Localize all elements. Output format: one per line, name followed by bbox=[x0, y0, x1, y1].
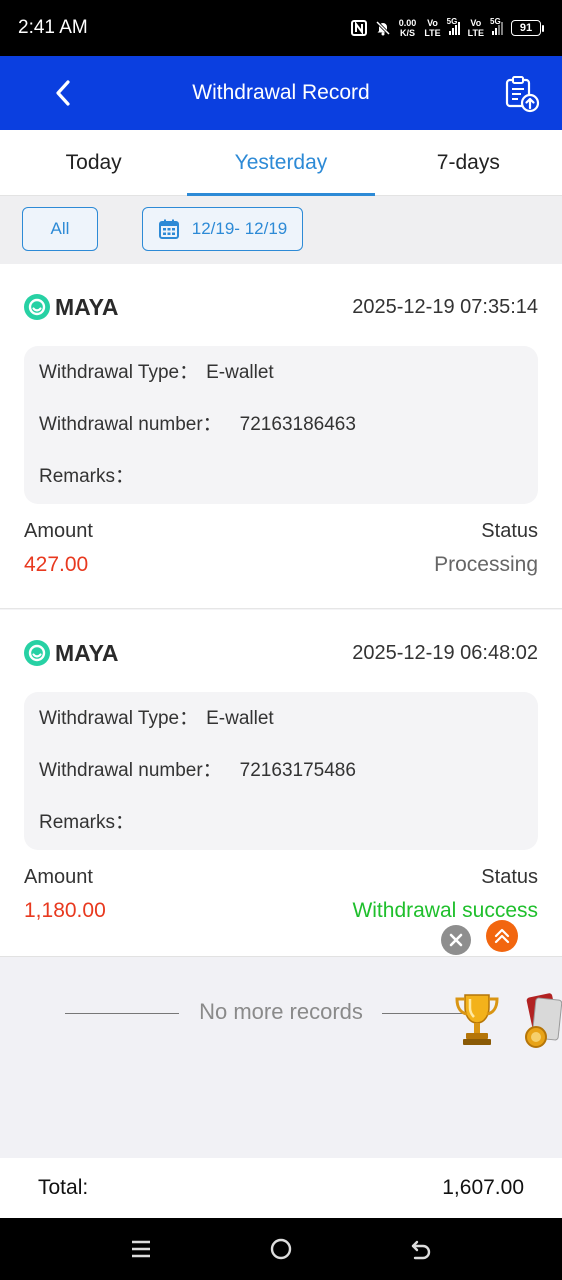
amount-value: 427.00 bbox=[24, 553, 89, 576]
home-button[interactable] bbox=[266, 1234, 296, 1264]
volte-1-bottom: LTE bbox=[424, 28, 441, 38]
filter-bar: All 12/19- 12/19 bbox=[0, 196, 562, 264]
close-icon bbox=[449, 933, 463, 947]
tab-yesterday[interactable]: Yesterday bbox=[187, 130, 375, 196]
system-status-bar: 2:41 AM 0.00 K/S Vo LTE 5G Vo LTE 5G 91 bbox=[0, 0, 562, 56]
recent-apps-button[interactable] bbox=[126, 1234, 156, 1264]
remarks-row: Remarks： bbox=[39, 810, 523, 862]
provider-name: MAYA bbox=[55, 639, 119, 666]
playing-cards-icon[interactable] bbox=[520, 989, 562, 1053]
nfc-icon bbox=[350, 20, 367, 36]
record-datetime: 2025-12-19 06:48:02 bbox=[352, 641, 538, 664]
speed-unit: K/S bbox=[400, 28, 416, 38]
provider-name: MAYA bbox=[55, 293, 119, 320]
filter-all-button[interactable]: All bbox=[22, 207, 98, 251]
record-footer-labels: Amount Status bbox=[24, 866, 538, 889]
remarks-row: Remarks： bbox=[39, 464, 523, 516]
status-value: Withdrawal success bbox=[352, 899, 538, 922]
withdrawal-type-label: Withdrawal Type： bbox=[39, 708, 199, 729]
record-details: Withdrawal Type： E-wallet Withdrawal num… bbox=[24, 692, 538, 850]
status-label: Status bbox=[481, 520, 538, 542]
volte-2-top: Vo bbox=[470, 18, 482, 28]
volte-2: Vo LTE bbox=[468, 18, 484, 38]
mute-bell-icon bbox=[375, 20, 391, 36]
record-details: Withdrawal Type： E-wallet Withdrawal num… bbox=[24, 346, 538, 504]
remarks-label: Remarks： bbox=[39, 812, 135, 833]
system-nav-bar bbox=[0, 1218, 562, 1280]
clipboard-upload-icon bbox=[505, 76, 540, 113]
menu-icon bbox=[132, 1240, 150, 1258]
status-icons: 0.00 K/S Vo LTE 5G Vo LTE 5G 91 bbox=[350, 17, 544, 38]
date-range-text: 12/19- 12/19 bbox=[191, 219, 288, 238]
total-label: Total: bbox=[38, 1176, 89, 1199]
volte-1-top: Vo bbox=[427, 18, 438, 28]
end-of-list: No more records bbox=[0, 956, 562, 1158]
withdrawal-number-row: Withdrawal number： 72163186463 bbox=[39, 412, 523, 464]
withdrawal-number-value: 72163175486 bbox=[239, 760, 356, 781]
home-circle-icon bbox=[270, 1238, 292, 1260]
total-value: 1,607.00 bbox=[442, 1176, 524, 1199]
withdrawal-type-value: E-wallet bbox=[206, 708, 274, 729]
signal-1-label: 5G bbox=[446, 17, 458, 26]
record-footer-values: 1,180.00 Withdrawal success bbox=[24, 899, 538, 923]
remarks-label: Remarks： bbox=[39, 466, 135, 487]
page-title: Withdrawal Record bbox=[192, 81, 370, 104]
withdrawal-number-label: Withdrawal number： bbox=[39, 414, 222, 435]
volte-2-bottom: LTE bbox=[467, 28, 484, 38]
status-label: Status bbox=[481, 866, 538, 888]
amount-value: 1,180.00 bbox=[24, 899, 106, 922]
amount-label: Amount bbox=[24, 520, 93, 542]
record-card[interactable]: MAYA 2025-12-19 06:48:02 Withdrawal Type… bbox=[0, 610, 562, 956]
withdrawal-number-row: Withdrawal number： 72163175486 bbox=[39, 758, 523, 810]
record-datetime: 2025-12-19 07:35:14 bbox=[352, 295, 538, 318]
status-time: 2:41 AM bbox=[18, 17, 88, 38]
double-chevron-up-icon bbox=[494, 928, 510, 944]
record-footer-labels: Amount Status bbox=[24, 520, 538, 543]
record-card[interactable]: MAYA 2025-12-19 07:35:14 Withdrawal Type… bbox=[0, 264, 562, 609]
withdrawal-type-row: Withdrawal Type： E-wallet bbox=[39, 360, 523, 412]
tab-today[interactable]: Today bbox=[0, 130, 187, 195]
volte-1: Vo LTE bbox=[424, 18, 440, 38]
withdrawal-type-value: E-wallet bbox=[206, 362, 274, 383]
speed-value: 0.00 bbox=[398, 18, 417, 28]
app-header: Withdrawal Record bbox=[0, 56, 562, 130]
status-value: Processing bbox=[434, 553, 538, 576]
battery-level: 91 bbox=[511, 20, 541, 36]
back-nav-button[interactable] bbox=[406, 1234, 436, 1264]
maya-logo-icon bbox=[24, 640, 50, 666]
scroll-to-top-button[interactable] bbox=[486, 920, 518, 952]
clipboard-upload-button[interactable] bbox=[502, 74, 542, 114]
calendar-icon bbox=[158, 219, 179, 239]
signal-2-icon: 5G bbox=[490, 17, 503, 35]
tab-7-days[interactable]: 7-days bbox=[375, 130, 562, 195]
withdrawal-type-label: Withdrawal Type： bbox=[39, 362, 199, 383]
withdrawal-type-row: Withdrawal Type： E-wallet bbox=[39, 706, 523, 758]
close-floating-button[interactable] bbox=[441, 925, 471, 955]
record-header: MAYA 2025-12-19 07:35:14 bbox=[24, 292, 538, 322]
withdrawal-number-value: 72163186463 bbox=[239, 414, 356, 435]
withdrawal-number-label: Withdrawal number： bbox=[39, 760, 222, 781]
date-range-button[interactable]: 12/19- 12/19 bbox=[142, 207, 303, 251]
total-bar: Total: 1,607.00 bbox=[0, 1158, 562, 1218]
date-tabs: Today Yesterday 7-days bbox=[0, 130, 562, 196]
back-arrow-icon bbox=[411, 1240, 431, 1260]
record-footer-values: 427.00 Processing bbox=[24, 553, 538, 577]
signal-1-icon: 5G bbox=[447, 17, 460, 35]
record-header: MAYA 2025-12-19 06:48:02 bbox=[24, 638, 538, 668]
chevron-left-icon bbox=[56, 80, 70, 106]
maya-logo-icon bbox=[24, 294, 50, 320]
amount-label: Amount bbox=[24, 866, 93, 888]
network-speed: 0.00 K/S bbox=[399, 18, 417, 38]
back-button[interactable] bbox=[46, 74, 80, 112]
trophy-icon[interactable] bbox=[452, 989, 502, 1049]
battery-icon: 91 bbox=[511, 20, 544, 36]
